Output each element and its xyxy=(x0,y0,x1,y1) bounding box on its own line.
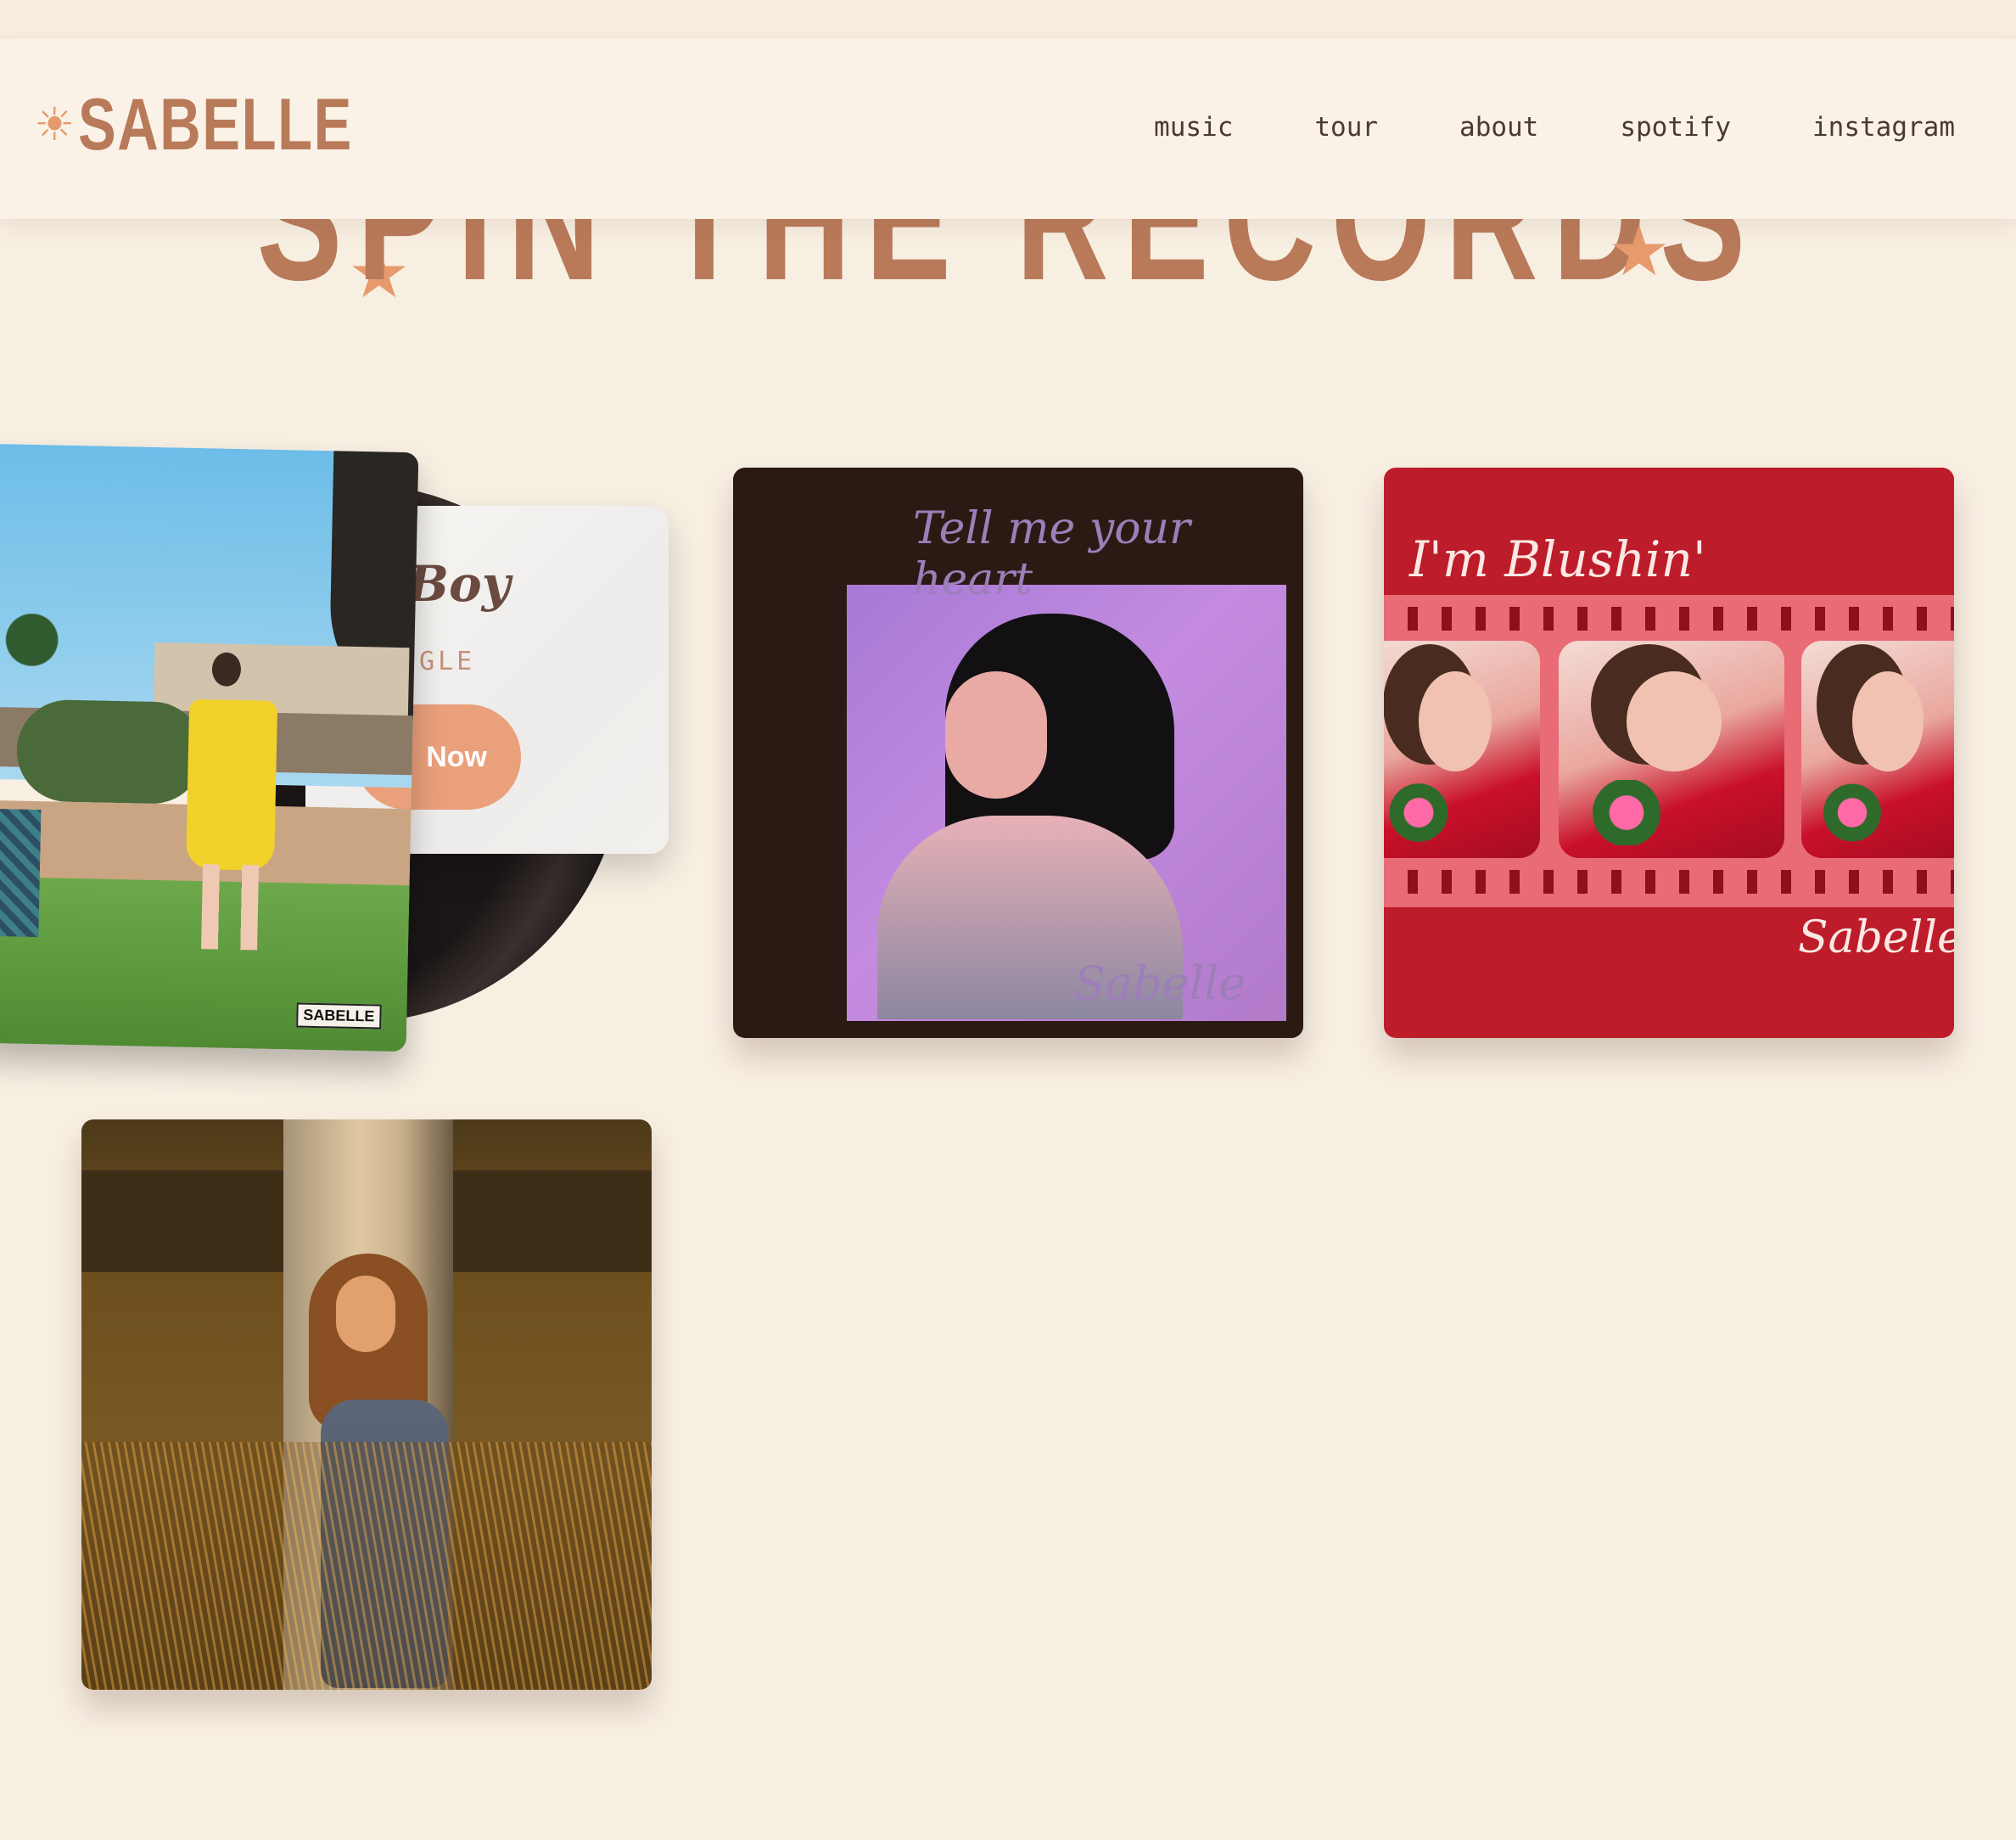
film-frame xyxy=(1801,641,1954,858)
main-nav: music tour about spotify instagram xyxy=(1154,112,1955,143)
film-sprockets-bottom xyxy=(1384,870,1954,894)
album-card-tree[interactable] xyxy=(81,1119,652,1690)
photo-grass xyxy=(81,1442,652,1690)
album-signature: Sabelle xyxy=(1798,912,1954,963)
cover-palm xyxy=(0,587,71,692)
album-card-tell-me-your-heart[interactable]: Tell me your heart Sabelle xyxy=(733,468,1303,1038)
film-frame xyxy=(1384,641,1540,858)
star-icon: ★ xyxy=(1608,211,1671,292)
top-band xyxy=(0,0,2016,39)
cover-bush xyxy=(15,698,205,805)
film-frame xyxy=(1559,641,1784,858)
nav-link-instagram[interactable]: instagram xyxy=(1812,112,1955,143)
nav-link-music[interactable]: music xyxy=(1154,112,1233,143)
logo-text: SABELLE xyxy=(78,84,354,165)
nav-link-tour[interactable]: tour xyxy=(1314,112,1378,143)
nav-link-about[interactable]: about xyxy=(1459,112,1538,143)
cover-figure-dress xyxy=(186,698,278,871)
site-header: ☀ SABELLE music tour about spotify insta… xyxy=(0,39,2016,219)
featured-album-cover[interactable]: SABELLE xyxy=(0,443,419,1052)
nav-link-spotify[interactable]: spotify xyxy=(1620,112,1731,143)
photo-face xyxy=(945,671,1047,799)
sun-icon: ☀ xyxy=(34,98,76,151)
photo-face xyxy=(336,1276,395,1352)
cover-badge: SABELLE xyxy=(296,1002,382,1029)
film-sprockets-top xyxy=(1384,607,1954,631)
featured-title: Boy xyxy=(407,555,511,613)
cover-figure-legs xyxy=(201,864,260,951)
album-script-title: Tell me your heart xyxy=(913,503,1190,605)
logo[interactable]: ☀ SABELLE xyxy=(34,88,431,161)
album-signature: Sabelle xyxy=(1074,956,1246,1010)
album-card-im-blushin[interactable]: I'm Blushin' Sabelle xyxy=(1384,468,1954,1038)
album-script-title: I'm Blushin' xyxy=(1409,530,1706,588)
cover-chair xyxy=(0,808,42,938)
